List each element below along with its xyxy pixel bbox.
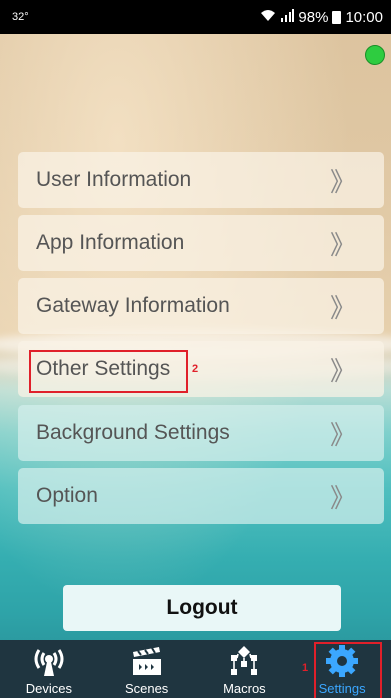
battery-icon (332, 10, 342, 24)
radio-signal-icon (29, 643, 69, 679)
status-icons: 98% 10:00 (260, 8, 383, 26)
connection-status-indicator (365, 45, 385, 65)
annotation-number-2: 2 (192, 363, 199, 375)
menu-item-label: User Information (36, 168, 192, 191)
menu-item-gateway-information[interactable]: Gateway Information 》 (18, 278, 384, 334)
menu-item-option[interactable]: Option 》 (18, 468, 384, 524)
menu-item-label: Gateway Information (36, 294, 230, 317)
chevron-right-icon: 》 (329, 229, 356, 260)
menu-item-app-information[interactable]: App Information 》 (18, 215, 384, 271)
chevron-right-icon: 》 (329, 482, 356, 513)
chevron-right-icon: 》 (329, 166, 356, 197)
signal-icon (280, 8, 295, 26)
status-bar: 32° 98% 10:00 (0, 0, 391, 34)
battery-percent: 98% (298, 8, 329, 26)
logout-button[interactable]: Logout (63, 585, 341, 631)
tab-macros[interactable]: Macros (196, 640, 294, 698)
menu-item-background-settings[interactable]: Background Settings 》 (18, 405, 384, 461)
annotation-highlight-other-settings (29, 350, 188, 393)
chevron-right-icon: 》 (329, 292, 356, 323)
flowchart-icon (224, 643, 264, 679)
menu-item-label: App Information (36, 231, 185, 254)
menu-item-user-information[interactable]: User Information 》 (18, 152, 384, 208)
clock: 10:00 (345, 8, 383, 26)
clapperboard-icon (127, 643, 167, 679)
wifi-icon (260, 9, 276, 26)
menu-item-label: Background Settings (36, 421, 230, 444)
chevron-right-icon: 》 (329, 355, 356, 386)
chevron-right-icon: 》 (329, 419, 356, 450)
annotation-number-1: 1 (302, 662, 309, 674)
menu-item-label: Option (36, 484, 98, 507)
tab-label: Devices (25, 681, 72, 696)
tab-scenes[interactable]: Scenes (98, 640, 196, 698)
tab-devices[interactable]: Devices (0, 640, 98, 698)
annotation-highlight-settings-tab (314, 642, 382, 698)
tab-label: Macros (223, 681, 266, 696)
app-screen: 32° 98% 10:00 User Information 》 App Inf… (0, 0, 391, 698)
temperature: 32° (12, 11, 29, 23)
tab-label: Scenes (124, 681, 169, 696)
